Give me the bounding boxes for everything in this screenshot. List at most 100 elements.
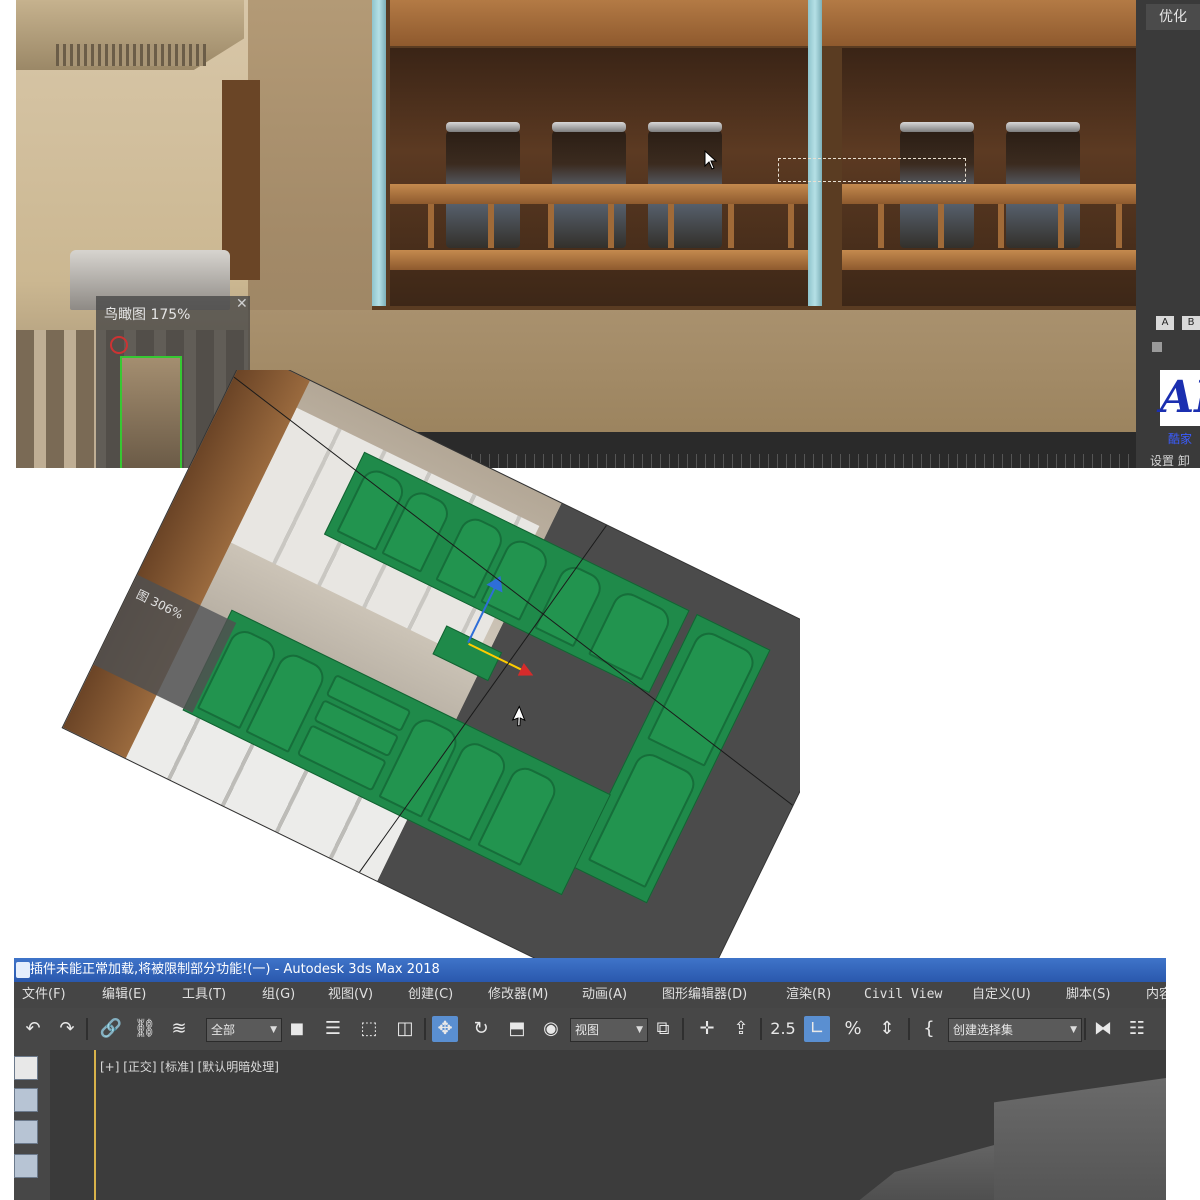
reference-coord-dropdown[interactable]: 视图 ▼ (570, 1018, 648, 1042)
rect-selection-icon[interactable]: ⬚ (356, 1016, 382, 1042)
move-icon[interactable]: ✥ (432, 1016, 458, 1042)
chevron-down-icon: ▼ (636, 1025, 643, 1035)
scene-explorer-strip (50, 1050, 95, 1200)
selection-filter-value: 全部 (211, 1023, 236, 1037)
spice-jar-lid (552, 122, 626, 132)
shelf-spindle (1116, 204, 1122, 248)
shelf-spindle (428, 204, 434, 248)
snap-toggle-icon[interactable]: 2.5 (770, 1016, 796, 1042)
settings-link[interactable]: 设置 卸载 (1150, 452, 1200, 468)
menu-animation[interactable]: 动画(A) (582, 982, 627, 1008)
spice-jar-lid (648, 122, 722, 132)
shelf-board (842, 184, 1136, 204)
material-editor-icon[interactable] (14, 1120, 38, 1144)
menu-scripting[interactable]: 脚本(S) (1066, 982, 1110, 1008)
pivot-center-icon[interactable]: ⧉ (650, 1016, 676, 1042)
teapot-icon[interactable] (14, 1056, 38, 1080)
render-frame-icon[interactable] (14, 1088, 38, 1112)
3dsmax-window: 插件未能正常加载,将被限制部分功能!(一) - Autodesk 3ds Max… (14, 958, 1166, 1200)
menu-graph-editors[interactable]: 图形编辑器(D) (662, 982, 747, 1008)
birdseye-logo-icon (110, 336, 128, 354)
optimize-button[interactable]: 优化 (1146, 4, 1200, 30)
selection-filter-dropdown[interactable]: 全部 ▼ (206, 1018, 282, 1042)
named-selection-value: 创建选择集 (953, 1023, 1014, 1037)
redo-icon[interactable]: ↷ (54, 1016, 80, 1042)
spice-jar-lid (1006, 122, 1080, 132)
menu-views[interactable]: 视图(V) (328, 982, 373, 1008)
select-object-icon[interactable]: ◼ (284, 1016, 310, 1042)
spice-jar-lid (900, 122, 974, 132)
side-cabinet (222, 80, 260, 280)
shelf-board (842, 250, 1136, 270)
percent-snap-icon[interactable]: % (840, 1016, 866, 1042)
toolbar-separator (424, 1018, 426, 1040)
menu-content[interactable]: 内容 (1146, 982, 1166, 1008)
layer-manager-icon[interactable] (14, 1154, 38, 1178)
named-selection-dropdown[interactable]: 创建选择集 ▼ (948, 1018, 1082, 1042)
main-toolbar: ↶ ↷ 🔗 ⛓ ≋ 全部 ▼ ◼ ☰ ⬚ ◫ ✥ ↻ ⬒ ◉ 视图 ▼ ⧉ ✛ … (14, 1008, 1166, 1050)
cabinet-top-board (390, 0, 1136, 46)
birdseye-title: 鸟瞰图 175% (104, 307, 191, 323)
menu-tools[interactable]: 工具(T) (182, 982, 226, 1008)
place-icon[interactable]: ◉ (538, 1016, 564, 1042)
menu-file[interactable]: 文件(F) (22, 982, 66, 1008)
angle-snap-icon[interactable]: ∟ (804, 1016, 830, 1042)
scale-icon[interactable]: ⬒ (504, 1016, 530, 1042)
edit-named-selection-icon[interactable]: { (916, 1016, 942, 1042)
shelf-board (390, 184, 822, 204)
menu-edit[interactable]: 编辑(E) (102, 982, 146, 1008)
select-manipulate-icon[interactable]: ✛ (694, 1016, 720, 1042)
link-icon[interactable]: 🔗 (98, 1016, 124, 1042)
bind-space-warp-icon[interactable]: ≋ (166, 1016, 192, 1042)
undo-icon[interactable]: ↶ (20, 1016, 46, 1042)
menu-bar: 文件(F) 编辑(E) 工具(T) 组(G) 视图(V) 创建(C) 修改器(M… (14, 982, 1166, 1008)
shelf-spindle (488, 204, 494, 248)
keyboard-shortcut-icon[interactable]: ⇪ (728, 1016, 754, 1042)
rotate-icon[interactable]: ↻ (468, 1016, 494, 1042)
chevron-down-icon: ▼ (270, 1025, 277, 1035)
glass-frame-left (372, 0, 386, 306)
toolbar-separator (908, 1018, 910, 1040)
shelf-spindle (728, 204, 734, 248)
plugin-link[interactable]: 酷家 (1168, 430, 1192, 447)
mouse-cursor-icon (704, 150, 718, 170)
menu-customize[interactable]: 自定义(U) (972, 982, 1031, 1008)
menu-group[interactable]: 组(G) (262, 982, 295, 1008)
selection-marquee (778, 158, 966, 182)
align-icon[interactable]: ☷ (1124, 1016, 1150, 1042)
toolbar-separator (760, 1018, 762, 1040)
viewport-label[interactable]: [+] [正交] [标准] [默认明暗处理] (100, 1058, 279, 1075)
spice-jar-lid (446, 122, 520, 132)
shelf-spindle (878, 204, 884, 248)
option-checkbox[interactable] (1152, 342, 1162, 352)
reference-coord-value: 视图 (575, 1023, 600, 1037)
menu-civil-view[interactable]: Civil View (864, 982, 942, 1008)
toolbar-separator (682, 1018, 684, 1040)
shelf-spindle (938, 204, 944, 248)
app-icon (16, 962, 30, 978)
menu-create[interactable]: 创建(C) (408, 982, 453, 1008)
shelf-spindle (1058, 204, 1064, 248)
spinner-snap-icon[interactable]: ⇕ (874, 1016, 900, 1042)
window-crossing-icon[interactable]: ◫ (392, 1016, 418, 1042)
shelf-spindle (548, 204, 554, 248)
a-button[interactable]: A (1156, 316, 1174, 330)
menu-rendering[interactable]: 渲染(R) (786, 982, 831, 1008)
close-icon[interactable]: ✕ (236, 296, 248, 312)
b-button[interactable]: B (1182, 316, 1200, 330)
chevron-down-icon: ▼ (1070, 1025, 1077, 1035)
unlink-icon[interactable]: ⛓ (132, 1016, 158, 1042)
select-by-name-icon[interactable]: ☰ (320, 1016, 346, 1042)
mirror-icon[interactable]: ⧓ (1090, 1016, 1116, 1042)
shelf-board (390, 250, 822, 270)
rotated-screenshot-wrapper: 图 306% (0, 370, 800, 970)
kitchen-3d-viewport[interactable]: 图 306% (62, 370, 800, 970)
toolbar-separator (1084, 1018, 1086, 1040)
shelf-spindle (608, 204, 614, 248)
range-hood-grille (56, 44, 206, 66)
menu-modifiers[interactable]: 修改器(M) (488, 982, 548, 1008)
shelf-spindle (998, 204, 1004, 248)
shelf-spindle (668, 204, 674, 248)
command-side-bar (14, 1050, 50, 1200)
title-bar: 插件未能正常加载,将被限制部分功能!(一) - Autodesk 3ds Max… (14, 958, 1166, 982)
